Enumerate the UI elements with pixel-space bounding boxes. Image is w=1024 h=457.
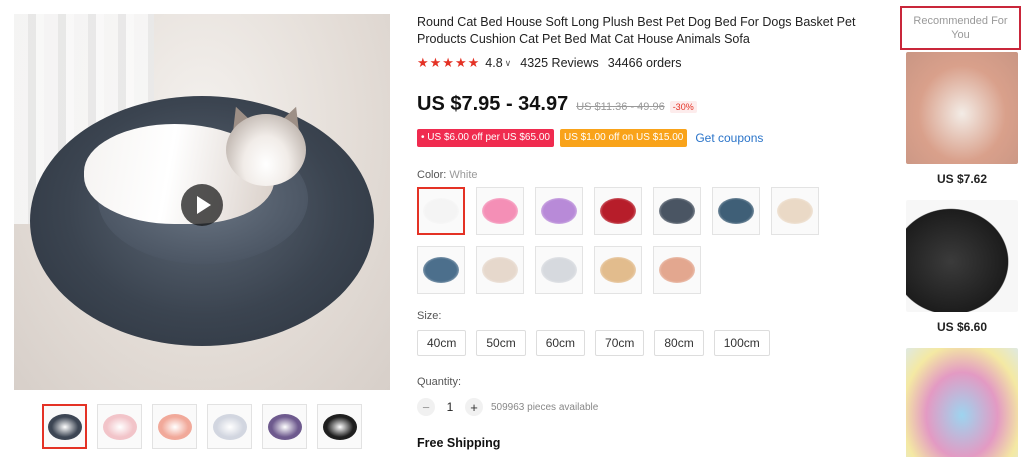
main-product-image[interactable] (14, 14, 390, 390)
gallery-thumbnails (42, 404, 362, 449)
color-swatch[interactable] (476, 246, 524, 294)
color-swatch[interactable] (771, 187, 819, 235)
thumbnail-image (267, 413, 302, 440)
store-coupon[interactable]: • US $6.00 off per US $65.00 (417, 128, 554, 147)
play-video-button[interactable] (181, 184, 223, 226)
product-info: Round Cat Bed House Soft Long Plush Best… (417, 14, 883, 450)
thumbnail-image (212, 413, 247, 440)
select-coupon[interactable]: US $1.00 off on US $15.00 (559, 128, 688, 147)
get-coupons-link[interactable]: Get coupons (695, 131, 763, 145)
size-option[interactable]: 80cm (654, 330, 704, 356)
thumbnail-image (47, 413, 82, 440)
gallery-thumbnail[interactable] (207, 404, 252, 449)
recommended-panel: Recommended For You US $7.62 US $6.60 (900, 6, 1021, 457)
star-rating-icon: ★★★★★ (417, 55, 481, 70)
current-price: US $7.95 - 34.97 (417, 93, 569, 115)
price-row: US $7.95 - 34.97 US $11.36 - 49.96 -30% (417, 93, 883, 116)
color-swatch[interactable] (653, 246, 701, 294)
color-swatch[interactable] (712, 187, 760, 235)
cat-head (226, 114, 306, 186)
size-option[interactable]: 60cm (535, 330, 586, 356)
size-option[interactable]: 70cm (595, 330, 645, 356)
rating-row: ★★★★★ 4.8 ∨ 4325 Reviews 34466 orders (417, 53, 883, 73)
swatch-image (482, 198, 518, 224)
color-swatch[interactable] (594, 187, 642, 235)
minus-icon[interactable]: − (417, 398, 435, 416)
product-title: Round Cat Bed House Soft Long Plush Best… (417, 15, 856, 46)
quantity-label: Quantity: (417, 376, 462, 388)
gallery-thumbnail[interactable] (317, 404, 362, 449)
swatch-image (482, 257, 518, 283)
swatch-image (541, 198, 577, 224)
shipping-info: Free Shipping (417, 436, 501, 450)
swatch-image (600, 198, 636, 224)
discount-badge: -30% (669, 101, 697, 113)
orders-count: 34466 orders (607, 56, 682, 70)
recommended-item-price[interactable]: US $7.62 (906, 172, 1018, 186)
color-swatch[interactable] (417, 187, 465, 235)
recommended-item[interactable]: US $6.60 (906, 200, 1018, 334)
gallery-thumbnail[interactable] (152, 404, 197, 449)
quantity-stepper: − 1 + 509963 pieces available (417, 398, 883, 416)
reviews-link[interactable]: 4325 Reviews (520, 56, 599, 70)
swatch-image (659, 198, 695, 224)
recommended-item-image[interactable] (906, 348, 1018, 457)
color-swatches (417, 187, 837, 294)
recommended-item[interactable] (906, 348, 1018, 457)
swatch-image (718, 198, 754, 224)
swatch-image (423, 257, 459, 283)
thumbnail-image (102, 413, 137, 440)
play-icon (197, 196, 211, 214)
chevron-down-icon[interactable]: ∨ (505, 58, 512, 69)
original-price: US $11.36 - 49.96 (576, 101, 665, 113)
size-option[interactable]: 50cm (476, 330, 526, 356)
color-swatch[interactable] (535, 187, 583, 235)
color-label: Color: White (417, 169, 478, 181)
size-label: Size: (417, 310, 442, 322)
recommended-item-image[interactable] (906, 200, 1018, 312)
swatch-image (659, 257, 695, 283)
gallery-thumbnail[interactable] (42, 404, 87, 449)
quantity-value[interactable]: 1 (443, 400, 457, 414)
size-option[interactable]: 40cm (417, 330, 467, 356)
recommended-item[interactable]: US $7.62 (906, 52, 1018, 186)
plus-icon[interactable]: + (465, 398, 483, 416)
selected-color: White (449, 169, 478, 181)
swatch-image (777, 198, 813, 224)
color-swatch[interactable] (535, 246, 583, 294)
size-options: 40cm 50cm 60cm 70cm 80cm 100cm (417, 330, 883, 356)
swatch-image (423, 198, 459, 224)
color-swatch[interactable] (594, 246, 642, 294)
color-swatch[interactable] (653, 187, 701, 235)
color-swatch[interactable] (417, 246, 465, 294)
swatch-image (541, 257, 577, 283)
thumbnail-image (157, 413, 192, 440)
recommended-header: Recommended For You (900, 6, 1021, 50)
thumbnail-image (322, 413, 357, 440)
gallery-thumbnail[interactable] (262, 404, 307, 449)
available-stock: 509963 pieces available (491, 401, 599, 413)
rating-value[interactable]: 4.8 (485, 56, 502, 70)
recommended-item-price[interactable]: US $6.60 (906, 320, 1018, 334)
swatch-image (600, 257, 636, 283)
coupon-row: • US $6.00 off per US $65.00 US $1.00 of… (417, 128, 883, 147)
recommended-item-image[interactable] (906, 52, 1018, 164)
size-option[interactable]: 100cm (713, 330, 770, 356)
gallery-thumbnail[interactable] (97, 404, 142, 449)
color-swatch[interactable] (476, 187, 524, 235)
